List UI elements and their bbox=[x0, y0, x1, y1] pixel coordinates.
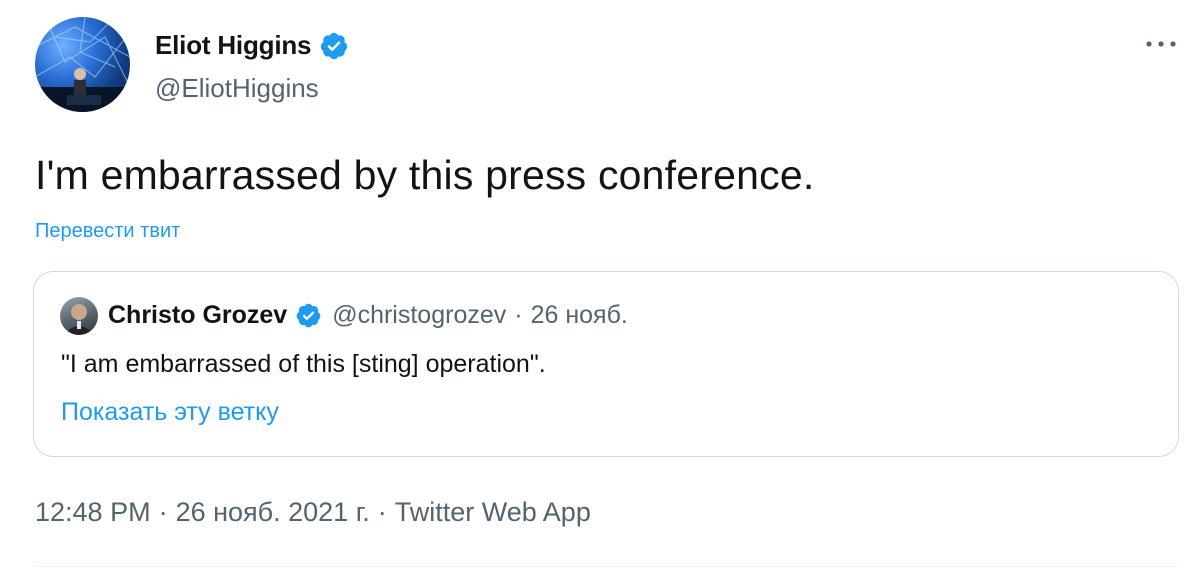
quoted-avatar-image bbox=[64, 304, 94, 335]
tweet-date[interactable]: 26 нояб. 2021 г. bbox=[176, 497, 370, 528]
quoted-separator: · bbox=[514, 301, 523, 329]
quoted-tweet-header: Christo Grozev @christogrozev · 26 нояб. bbox=[108, 301, 628, 330]
author-avatar[interactable] bbox=[35, 17, 130, 112]
verified-badge-icon bbox=[319, 31, 349, 61]
verified-badge-icon bbox=[295, 302, 322, 329]
author-name[interactable]: Eliot Higgins bbox=[155, 30, 311, 61]
quoted-author-name: Christo Grozev bbox=[108, 301, 288, 329]
show-thread-link[interactable]: Показать эту ветку bbox=[61, 398, 279, 427]
avatar-image bbox=[35, 17, 130, 112]
tweet-time[interactable]: 12:48 PM bbox=[35, 497, 151, 528]
author-handle[interactable]: @EliotHiggins bbox=[155, 73, 319, 104]
tweet-meta: 12:48 PM · 26 нояб. 2021 г. · Twitter We… bbox=[35, 497, 591, 528]
divider bbox=[33, 566, 1179, 567]
more-options-icon[interactable] bbox=[1143, 34, 1179, 54]
tweet-source: Twitter Web App bbox=[394, 497, 591, 527]
meta-separator: · bbox=[158, 497, 168, 527]
tweet-text: I'm embarrassed by this press conference… bbox=[35, 152, 815, 198]
author-name-row: Eliot Higgins bbox=[155, 30, 349, 61]
quoted-tweet-text: "I am embarrassed of this [sting] operat… bbox=[61, 350, 546, 378]
quoted-author-avatar bbox=[60, 297, 98, 335]
quoted-author-handle: @christogrozev bbox=[332, 301, 507, 329]
quoted-date: 26 нояб. bbox=[530, 301, 628, 329]
translate-tweet-link[interactable]: Перевести твит bbox=[35, 220, 180, 243]
meta-separator: · bbox=[377, 497, 387, 527]
